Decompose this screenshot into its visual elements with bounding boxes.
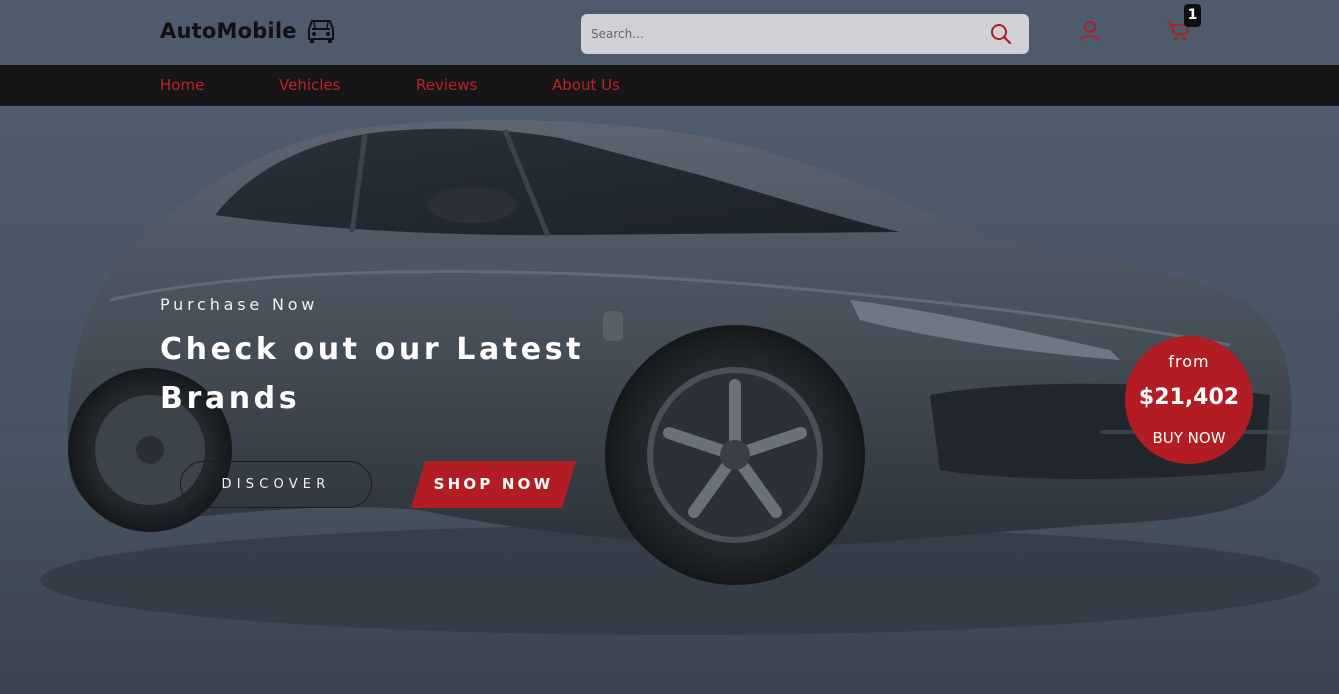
- nav-item-vehicles[interactable]: Vehicles: [279, 76, 340, 94]
- user-icon[interactable]: [1078, 19, 1102, 43]
- buy-now-label: BUY NOW: [1152, 429, 1226, 447]
- hero-title: Check out our Latest Brands: [160, 332, 585, 416]
- shop-now-button[interactable]: SHOP NOW: [411, 461, 576, 508]
- search-bar: [581, 14, 1029, 54]
- top-header: AutoMobile 1: [0, 0, 1339, 65]
- shop-now-label: SHOP NOW: [433, 475, 554, 493]
- nav-item-about-us[interactable]: About Us: [552, 76, 620, 94]
- price-from-label: from: [1168, 352, 1210, 371]
- brand-logo[interactable]: AutoMobile: [160, 17, 336, 45]
- hero-kicker: Purchase Now: [160, 295, 319, 314]
- brand-name: AutoMobile: [160, 19, 297, 43]
- price-value: $21,402: [1138, 385, 1240, 410]
- main-nav: Home Vehicles Reviews About Us: [0, 65, 1339, 106]
- discover-button[interactable]: DISCOVER: [180, 461, 372, 508]
- car-front-icon: [307, 20, 334, 43]
- nav-item-home[interactable]: Home: [160, 76, 204, 94]
- nav-item-reviews[interactable]: Reviews: [416, 76, 477, 94]
- search-icon[interactable]: [989, 22, 1013, 46]
- cart-count-badge: 1: [1184, 4, 1201, 27]
- search-input[interactable]: [591, 14, 971, 54]
- price-badge[interactable]: from $21,402 BUY NOW: [1125, 336, 1253, 464]
